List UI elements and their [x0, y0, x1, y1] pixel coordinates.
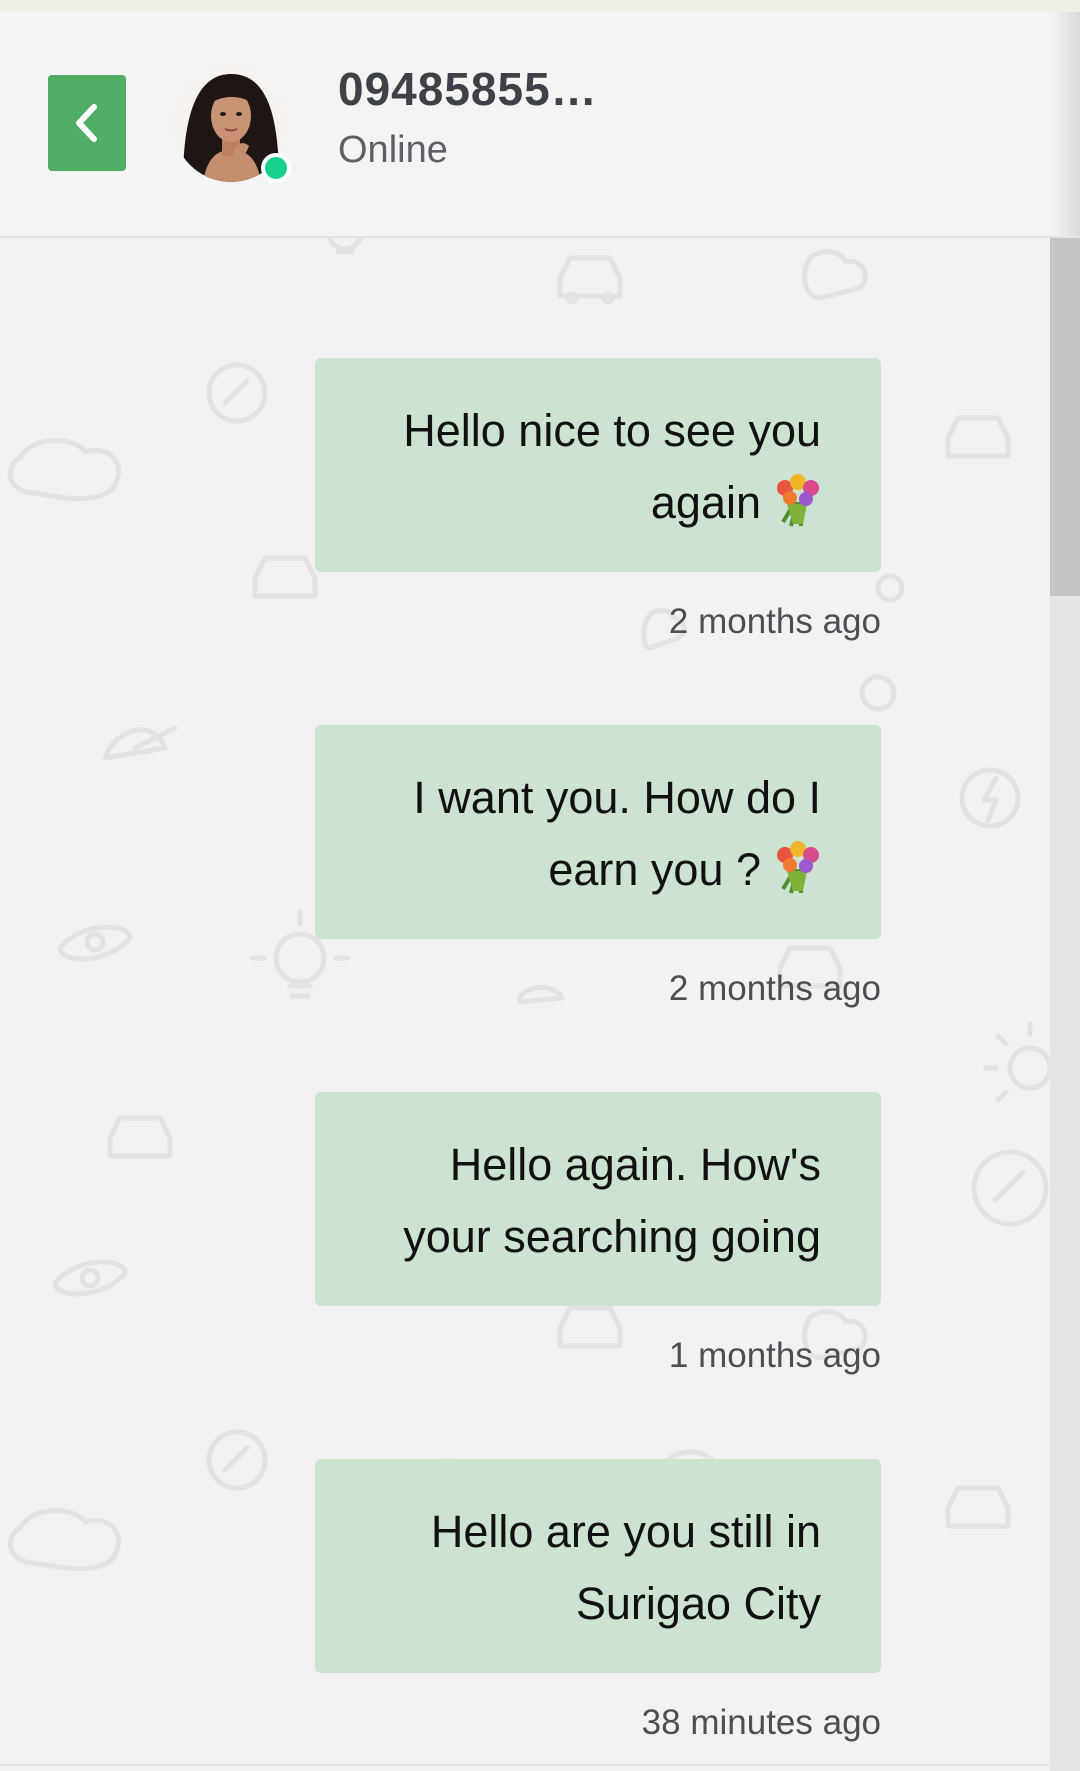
chat-header: 09485855… Online: [0, 12, 1080, 238]
bolt-icon: [959, 767, 1021, 829]
scrollbar[interactable]: [1050, 238, 1080, 1771]
car-icon: [252, 555, 318, 599]
umbrella-icon: [102, 725, 178, 761]
bouquet-icon: [777, 841, 819, 894]
bouquet-icon: [777, 474, 819, 527]
sun-icon: [983, 1021, 1050, 1103]
message-timestamp: 38 minutes ago: [641, 1703, 881, 1742]
message-content: Hello nice to see you again: [365, 395, 821, 539]
eye-icon: [52, 1259, 128, 1297]
plug-icon: [206, 362, 268, 424]
message-text: Hello nice to see you again: [403, 405, 821, 528]
message-item: Hello again. How's your searching going …: [315, 1092, 881, 1376]
message-bubble[interactable]: Hello nice to see you again: [315, 358, 881, 572]
message-text: Hello again. How's your searching going: [403, 1139, 821, 1262]
back-button[interactable]: [48, 75, 126, 171]
message-content: I want you. How do I earn you ?: [365, 762, 821, 906]
bottom-divider: [0, 1764, 1050, 1766]
message-bubble[interactable]: Hello again. How's your searching going: [315, 1092, 881, 1306]
plug-icon: [206, 1429, 268, 1491]
message-text: I want you. How do I earn you ?: [413, 772, 821, 895]
bulb-icon: [875, 573, 905, 603]
online-indicator: [261, 153, 291, 183]
contact-status: Online: [338, 129, 448, 171]
car-icon: [945, 1485, 1011, 1529]
message-item: Hello nice to see you again 2 months ago: [315, 358, 881, 642]
eye-icon: [57, 924, 133, 962]
car-icon: [557, 255, 623, 305]
avatar[interactable]: [173, 66, 291, 183]
car-icon: [107, 1115, 173, 1159]
message-timestamp: 1 months ago: [668, 1336, 881, 1375]
message-bubble[interactable]: I want you. How do I earn you ?: [315, 725, 881, 939]
message-list[interactable]: Hello nice to see you again 2 months ago…: [0, 238, 1050, 1771]
message-item: I want you. How do I earn you ? 2 months…: [315, 725, 881, 1009]
message-text: Hello are you still in Surigao City: [430, 1506, 821, 1629]
plug-icon: [971, 1149, 1049, 1227]
bulb-icon: [327, 238, 363, 255]
message-bubble[interactable]: Hello are you still in Surigao City: [315, 1459, 881, 1673]
contact-name[interactable]: 09485855…: [338, 62, 598, 116]
message-timestamp: 2 months ago: [668, 602, 881, 641]
message-item: Hello are you still in Surigao City 38 m…: [315, 1459, 881, 1743]
header-edge-shadow: [1052, 12, 1080, 236]
scrollbar-thumb[interactable]: [1050, 238, 1080, 596]
car-icon: [945, 415, 1011, 459]
chevron-left-icon: [76, 104, 97, 142]
message-timestamp: 2 months ago: [668, 969, 881, 1008]
